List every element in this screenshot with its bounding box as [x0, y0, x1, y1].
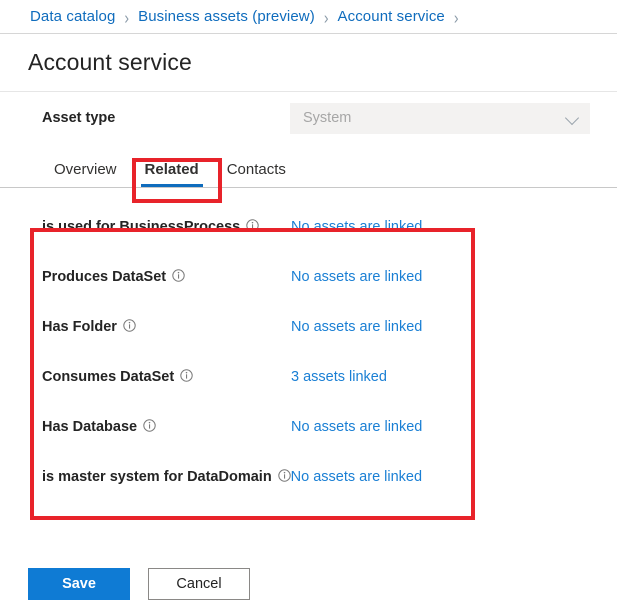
save-button[interactable]: Save	[28, 568, 130, 600]
asset-type-row: Asset type System	[0, 92, 617, 144]
relations-list: is used for BusinessProcess No assets ar…	[0, 188, 617, 502]
footer-actions: Save Cancel	[0, 556, 617, 612]
asset-type-dropdown[interactable]: System	[290, 103, 590, 134]
info-icon[interactable]	[143, 419, 156, 432]
relation-link[interactable]: No assets are linked	[291, 319, 422, 335]
tab-overview[interactable]: Overview	[40, 161, 131, 187]
relation-label: Produces DataSet	[42, 269, 291, 285]
relation-row: is master system for DataDomain No asset…	[42, 452, 617, 502]
info-icon[interactable]	[123, 319, 136, 332]
breadcrumb-item-business-assets[interactable]: Business assets (preview)	[138, 8, 315, 25]
page-title: Account service	[28, 49, 192, 76]
relation-label: is used for BusinessProcess	[42, 219, 291, 235]
breadcrumb: Data catalog › Business assets (preview)…	[0, 0, 617, 34]
breadcrumb-item-account-service[interactable]: Account service	[338, 8, 445, 25]
breadcrumb-separator-icon: ›	[324, 7, 329, 27]
relation-row: Has Folder No assets are linked	[42, 302, 617, 352]
asset-type-value: System	[303, 110, 351, 126]
relation-row: Has Database No assets are linked	[42, 402, 617, 452]
breadcrumb-separator-icon: ›	[124, 7, 129, 27]
relation-link[interactable]: No assets are linked	[291, 469, 422, 485]
relation-label: is master system for DataDomain	[42, 469, 291, 485]
relation-label: Has Folder	[42, 319, 291, 335]
cancel-button[interactable]: Cancel	[148, 568, 250, 600]
relation-link[interactable]: No assets are linked	[291, 219, 422, 235]
info-icon[interactable]	[278, 469, 291, 482]
page-header: Account service	[0, 34, 617, 92]
tab-strip: Overview Related Contacts	[0, 144, 617, 188]
breadcrumb-item-data-catalog[interactable]: Data catalog	[30, 8, 115, 25]
chevron-down-icon	[566, 112, 579, 125]
relation-link[interactable]: 3 assets linked	[291, 369, 387, 385]
relation-row: Produces DataSet No assets are linked	[42, 252, 617, 302]
relation-row: Consumes DataSet 3 assets linked	[42, 352, 617, 402]
relation-link[interactable]: No assets are linked	[291, 419, 422, 435]
tab-related[interactable]: Related	[131, 161, 213, 187]
relation-link[interactable]: No assets are linked	[291, 269, 422, 285]
relation-label: Consumes DataSet	[42, 369, 291, 385]
relation-row: is used for BusinessProcess No assets ar…	[42, 202, 617, 252]
asset-type-label: Asset type	[42, 110, 290, 126]
tab-contacts[interactable]: Contacts	[213, 161, 300, 187]
info-icon[interactable]	[180, 369, 193, 382]
relation-label: Has Database	[42, 419, 291, 435]
info-icon[interactable]	[172, 269, 185, 282]
breadcrumb-separator-icon: ›	[454, 7, 459, 27]
info-icon[interactable]	[246, 219, 259, 232]
